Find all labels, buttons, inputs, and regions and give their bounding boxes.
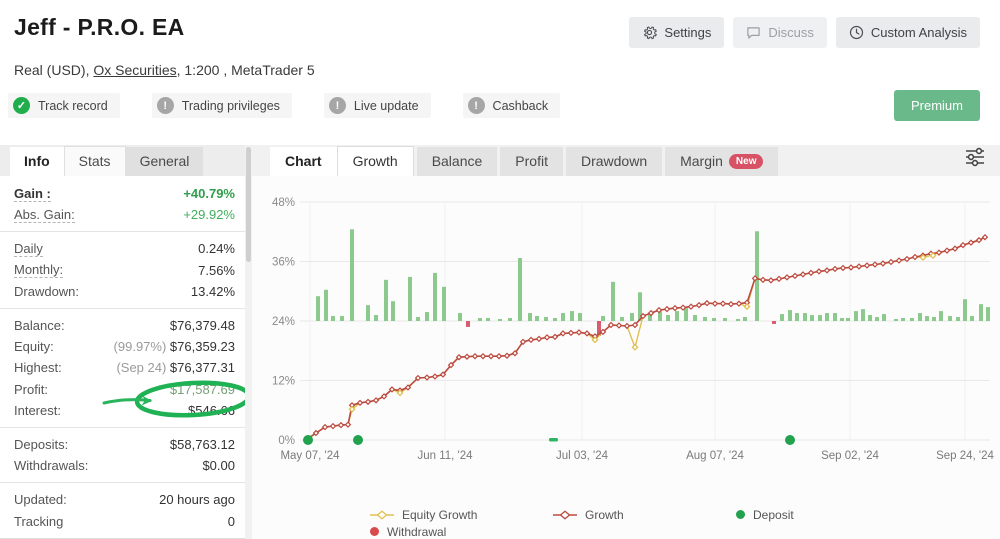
svg-text:Aug 07, '24: Aug 07, '24 <box>686 450 744 462</box>
broker-link[interactable]: Ox Securities <box>93 62 176 78</box>
discuss-button[interactable]: Discuss <box>733 17 827 48</box>
clock-icon <box>849 25 864 40</box>
withdrawals-value: $0.00 <box>202 458 235 474</box>
stat-row-drawdown: Drawdown: 13.42% <box>14 283 235 299</box>
header: Jeff - P.R.O. EA Real (USD), Ox Securiti… <box>0 0 1000 145</box>
drawdown-value: 13.42% <box>190 283 235 299</box>
svg-text:Jul 03, '24: Jul 03, '24 <box>556 450 609 462</box>
divider <box>0 426 245 428</box>
balance-value: $76,379.48 <box>169 318 235 334</box>
equity-value: (99.97%) $76,359.23 <box>113 339 235 355</box>
interest-value: $546.66 <box>188 402 235 418</box>
svg-text:24%: 24% <box>272 316 295 328</box>
chart-tab-bar: Chart Growth Balance Profit Drawdown Mar… <box>252 145 1000 176</box>
stat-row-equity: Equity: (99.97%) $76,359.23 <box>14 339 235 355</box>
abs-gain-value: +29.92% <box>183 207 235 223</box>
badge-cashback[interactable]: ! Cashback <box>462 93 561 118</box>
verification-badges: ✓ Track record ! Trading privileges ! Li… <box>8 93 561 118</box>
stats-list: Gain : +40.79% Abs. Gain: +29.92% Daily … <box>0 176 245 532</box>
withdrawal-dot-icon <box>370 527 379 536</box>
stat-row-balance: Balance: $76,379.48 <box>14 318 235 334</box>
stat-row-withdrawals: Withdrawals: $0.00 <box>14 458 235 474</box>
badge-track-record[interactable]: ✓ Track record <box>8 93 120 118</box>
highest-value: (Sep 24) $76,377.31 <box>116 360 235 376</box>
sidebar-tabs: Info Stats General <box>0 145 245 176</box>
svg-text:12%: 12% <box>272 376 295 388</box>
stat-row-monthly: Monthly: 7.56% <box>14 262 235 279</box>
svg-text:36%: 36% <box>272 257 295 269</box>
custom-analysis-button[interactable]: Custom Analysis <box>835 17 980 48</box>
stat-row-deposits: Deposits: $58,763.12 <box>14 436 235 452</box>
legend-growth[interactable]: Growth <box>553 507 624 522</box>
badge-live-update[interactable]: ! Live update <box>323 93 431 118</box>
svg-text:Jun 11, '24: Jun 11, '24 <box>417 450 473 462</box>
tab-chart[interactable]: Chart <box>270 147 337 176</box>
growth-chart: May 07, '24 Jun 11, '24 Jul 03, '24 Aug 07,… <box>252 176 1000 539</box>
exclamation-icon: ! <box>467 97 485 114</box>
tab-general[interactable]: General <box>125 147 204 176</box>
tab-info[interactable]: Info <box>10 147 64 176</box>
monthly-value: 7.56% <box>198 262 235 278</box>
growth-chart-svg: May 07, '24 Jun 11, '24 Jul 03, '24 Aug 07,… <box>272 197 995 462</box>
stat-row-daily: Daily 0.24% <box>14 240 235 257</box>
tab-drawdown[interactable]: Drawdown <box>565 147 663 176</box>
stat-row-abs-gain: Abs. Gain: +29.92% <box>14 206 235 223</box>
gain-value: +40.79% <box>183 186 235 202</box>
badge-trading-privileges[interactable]: ! Trading privileges <box>151 93 292 118</box>
stat-row-highest: Highest: (Sep 24) $76,377.31 <box>14 360 235 376</box>
tab-profit[interactable]: Profit <box>500 147 563 176</box>
stat-row-profit: Profit: $17,587.69 <box>14 381 235 397</box>
svg-text:48%: 48% <box>272 197 295 209</box>
page-title: Jeff - P.R.O. EA <box>14 14 185 40</box>
deposit-dot-icon <box>736 510 745 519</box>
updated-value: 20 hours ago <box>159 492 235 508</box>
divider <box>0 307 245 309</box>
legend-deposit[interactable]: Deposit <box>736 507 794 522</box>
stat-row-interest: Interest: $546.66 <box>14 402 235 418</box>
speech-bubble-icon <box>746 26 761 40</box>
daily-value: 0.24% <box>198 241 235 257</box>
gear-icon <box>642 25 658 40</box>
check-icon: ✓ <box>13 97 30 114</box>
divider <box>0 482 245 484</box>
tab-balance[interactable]: Balance <box>416 147 498 176</box>
premium-button[interactable]: Premium <box>893 90 980 121</box>
account-platform: , 1:200 , MetaTrader 5 <box>176 62 315 78</box>
svg-text:Sep 02, '24: Sep 02, '24 <box>821 450 879 462</box>
profit-value: $17,587.69 <box>169 381 235 397</box>
settings-button[interactable]: Settings <box>629 17 725 48</box>
stat-row-tracking: Tracking 0 <box>14 513 235 529</box>
stat-row-updated: Updated: 20 hours ago <box>14 492 235 508</box>
new-badge: New <box>728 153 764 169</box>
legend-equity-growth[interactable]: Equity Growth <box>370 507 477 522</box>
svg-text:Sep 24, '24: Sep 24, '24 <box>936 450 994 462</box>
panel-scrollbar <box>245 145 252 539</box>
stat-row-gain: Gain : +40.79% <box>14 185 235 202</box>
exclamation-icon: ! <box>156 97 174 114</box>
stats-sidebar: Info Stats General Gain : +40.79% Abs. G… <box>0 145 245 539</box>
legend-withdrawal[interactable]: Withdrawal <box>370 524 477 539</box>
header-buttons: Settings Discuss Custom Analysis <box>629 17 980 48</box>
scrollbar-thumb[interactable] <box>246 147 251 262</box>
tab-growth[interactable]: Growth <box>336 146 414 176</box>
chart-panel: Chart Growth Balance Profit Drawdown Mar… <box>252 145 1000 539</box>
deposits-value: $58,763.12 <box>169 436 235 452</box>
sliders-icon <box>964 147 986 170</box>
account-type: Real (USD), <box>14 62 94 78</box>
svg-text:0%: 0% <box>278 435 295 447</box>
divider <box>0 231 245 233</box>
chart-settings-button[interactable] <box>962 145 988 172</box>
tracking-value: 0 <box>227 513 235 529</box>
exclamation-icon: ! <box>328 97 346 114</box>
tab-stats[interactable]: Stats <box>63 146 126 176</box>
svg-text:May 07, '24: May 07, '24 <box>280 450 340 462</box>
account-subtitle: Real (USD), Ox Securities, 1:200 , MetaT… <box>14 62 315 78</box>
tab-margin[interactable]: Margin New <box>665 147 779 176</box>
